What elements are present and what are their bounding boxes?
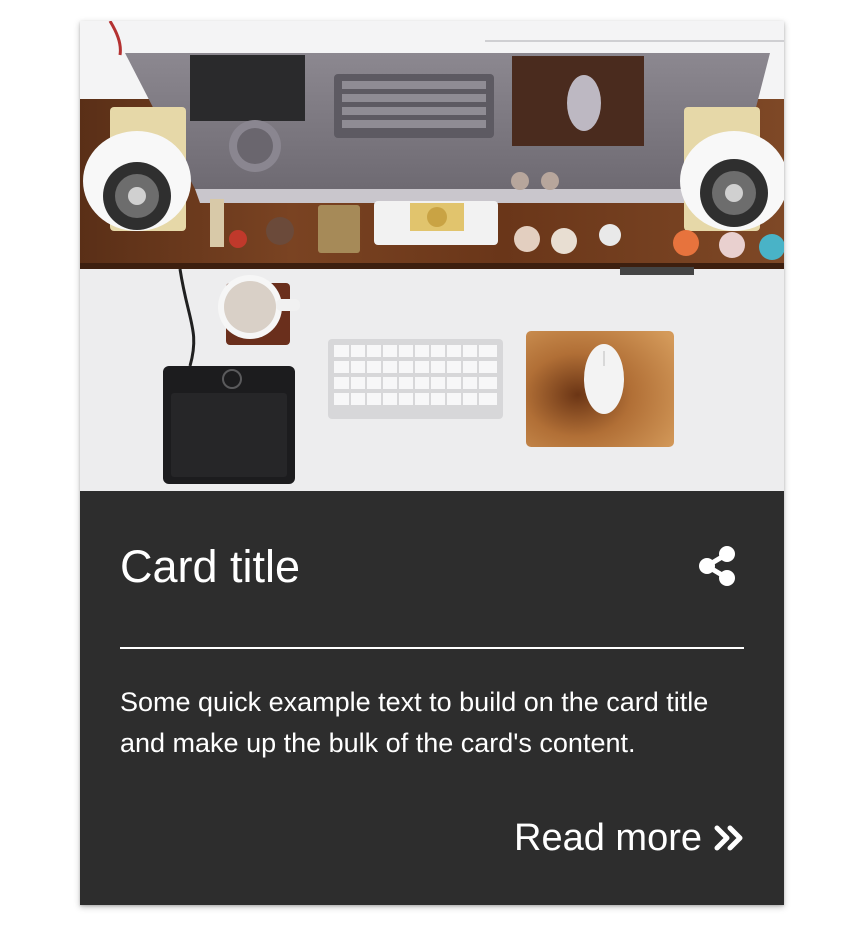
card-text: Some quick example text to build on the … [120,687,709,758]
card-image [80,21,784,491]
card: Card title Some quick example text to bu… [80,21,784,905]
read-more-link[interactable]: Read more [514,815,744,861]
share-alt-icon [699,546,735,586]
card-body: Card title Some quick example text to bu… [80,491,784,905]
read-more-label: Read more [514,817,702,859]
share-button[interactable] [699,546,737,586]
divider [120,647,744,649]
card-title: Card title [120,541,301,592]
angle-double-right-icon [714,825,743,851]
